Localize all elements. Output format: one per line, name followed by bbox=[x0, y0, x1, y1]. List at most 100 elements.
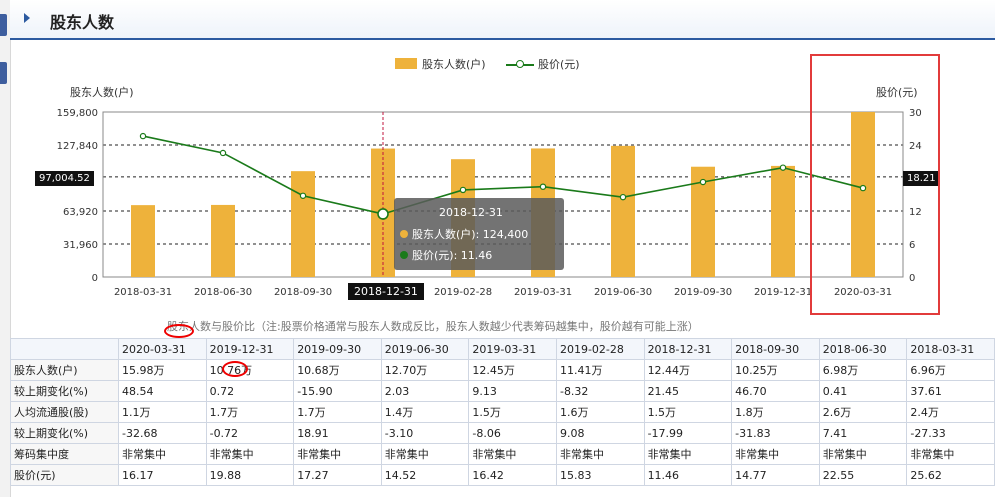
bar-holders bbox=[211, 204, 235, 277]
table-cell: 6.98万 bbox=[818, 359, 908, 381]
table-row-label: 股东人数(户) bbox=[10, 359, 119, 381]
table-cell: 12.70万 bbox=[380, 359, 470, 381]
price-point bbox=[459, 186, 467, 194]
table-header-row: 2020-03-31 2019-12-31 2019-09-30 2019-06-30… bbox=[10, 338, 995, 360]
table-header-cell: 2019-03-31 bbox=[468, 338, 557, 360]
highlight-box bbox=[810, 54, 940, 315]
table-row-label: 较上期变化(%) bbox=[10, 422, 119, 444]
table-cell: 11.41万 bbox=[555, 359, 645, 381]
table-cell: 21.45 bbox=[643, 380, 733, 402]
table-cell: -8.06 bbox=[468, 422, 557, 444]
table-cell: 0.72 bbox=[205, 380, 295, 402]
table-row: 人均流通股(股) 1.1万 1.7万 1.7万 1.4万 1.5万 1.6万 1.5万 1.8万… bbox=[10, 401, 995, 423]
crosshair-left-value: 97,004.52 bbox=[35, 171, 94, 186]
x-tick-label: 2019-02-28 bbox=[434, 287, 492, 298]
price-point bbox=[299, 192, 307, 199]
table-cell: 11.46 bbox=[643, 464, 733, 486]
table-cell: 非常集中 bbox=[906, 443, 995, 465]
table-cell: 1.7万 bbox=[205, 401, 295, 423]
left-tick-label: 31,960 bbox=[63, 240, 98, 251]
table-cell: 9.13 bbox=[468, 380, 557, 402]
tooltip-bar-dot-icon bbox=[400, 230, 408, 238]
table-cell: 1.1万 bbox=[118, 401, 207, 423]
table-cell: 1.5万 bbox=[643, 401, 733, 423]
table-row-label: 人均流通股(股) bbox=[10, 401, 119, 423]
table-cell: 6.96万 bbox=[906, 359, 995, 381]
table-cell: -32.68 bbox=[118, 422, 207, 444]
tooltip-price-row: 股价(元): 11.46 bbox=[400, 247, 492, 263]
table-row-label: 股价(元) bbox=[10, 464, 119, 486]
table-cell: 非常集中 bbox=[818, 443, 908, 465]
table-cell: 7.41 bbox=[818, 422, 908, 444]
table-cell: 15.98万 bbox=[118, 359, 207, 381]
table-cell: 1.7万 bbox=[293, 401, 382, 423]
price-point bbox=[219, 149, 227, 157]
table-cell: 12.44万 bbox=[643, 359, 733, 381]
table-row: 较上期变化(%) 48.54 0.72 -15.90 2.03 9.13 -8.32 21.4… bbox=[10, 380, 995, 402]
bar-holders bbox=[291, 171, 315, 277]
left-tick-label: 63,920 bbox=[63, 207, 98, 218]
tooltip-holders-text: 股东人数(户): 124,400 bbox=[412, 228, 529, 241]
table-cell: 2.03 bbox=[380, 380, 470, 402]
table-cell: 非常集中 bbox=[643, 443, 733, 465]
table-cell: 46.70 bbox=[731, 380, 820, 402]
table-cell: -3.10 bbox=[380, 422, 470, 444]
price-point bbox=[699, 178, 707, 186]
table-row-label: 筹码集中度 bbox=[10, 443, 119, 465]
x-tick-label: 2018-09-30 bbox=[274, 287, 332, 298]
price-point bbox=[377, 208, 389, 220]
x-tick-label: 2019-09-30 bbox=[674, 287, 732, 298]
x-tick-label: 2019-03-31 bbox=[514, 287, 572, 298]
table-row: 股东人数(户) 15.98万 10.76万 10.68万 12.70万 12.45万 11.… bbox=[10, 359, 995, 381]
table-header-cell: 2018-06-30 bbox=[818, 338, 908, 360]
crosshair-x-label: 2018-12-31 bbox=[348, 283, 424, 300]
price-point bbox=[539, 183, 547, 190]
table-cell: 1.4万 bbox=[380, 401, 470, 423]
table-cell: -8.32 bbox=[555, 380, 645, 402]
table-cell: 10.76万 bbox=[205, 359, 295, 381]
annotation-ellipse bbox=[222, 361, 248, 377]
table-cell: 12.45万 bbox=[468, 359, 557, 381]
table-cell: 1.6万 bbox=[555, 401, 645, 423]
table-cell: 非常集中 bbox=[468, 443, 557, 465]
table-header-cell: 2018-12-31 bbox=[643, 338, 733, 360]
price-point bbox=[619, 193, 627, 201]
table-cell: 1.5万 bbox=[468, 401, 557, 423]
x-tick-label: 2019-12-31 bbox=[754, 287, 812, 298]
table-row: 股价(元) 16.17 19.88 17.27 14.52 16.42 15.83 11.46… bbox=[10, 464, 995, 486]
left-tick-label: 127,840 bbox=[57, 141, 98, 152]
tooltip-price-text: 股价(元): 11.46 bbox=[412, 249, 493, 262]
table-row: 较上期变化(%) -32.68 -0.72 18.91 -3.10 -8.06 9.08 -1… bbox=[10, 422, 995, 444]
table-cell: 非常集中 bbox=[118, 443, 207, 465]
table-cell: 1.8万 bbox=[731, 401, 820, 423]
table-row: 筹码集中度 非常集中 非常集中 非常集中 非常集中 非常集中 非常集中 非常集中 非常集中 非常集… bbox=[10, 443, 995, 465]
table-header-cell: 2020-03-31 bbox=[118, 338, 207, 360]
table-cell: 10.25万 bbox=[731, 359, 820, 381]
table-cell: 18.91 bbox=[293, 422, 382, 444]
table-cell: 非常集中 bbox=[293, 443, 382, 465]
chart-tooltip: 2018-12-31 股东人数(户): 124,400 股价(元): 11.46 bbox=[394, 198, 564, 270]
table-cell: 14.52 bbox=[380, 464, 470, 486]
annotation-ellipse bbox=[164, 324, 194, 338]
x-tick-label: 2019-06-30 bbox=[594, 287, 652, 298]
table-cell: -17.99 bbox=[643, 422, 733, 444]
table-cell: 15.83 bbox=[555, 464, 645, 486]
table-cell: 48.54 bbox=[118, 380, 207, 402]
table-cell: 9.08 bbox=[555, 422, 645, 444]
table-cell: 2.4万 bbox=[906, 401, 995, 423]
price-point bbox=[779, 164, 787, 171]
price-point bbox=[139, 132, 147, 140]
left-tick-label: 0 bbox=[92, 273, 98, 284]
tooltip-date: 2018-12-31 bbox=[439, 206, 503, 219]
x-tick-label: 2018-03-31 bbox=[114, 287, 172, 298]
table-header-cell: 2019-02-28 bbox=[555, 338, 645, 360]
left-tick-label: 159,800 bbox=[57, 108, 98, 119]
table-header-cell bbox=[10, 338, 119, 360]
holders-table: 2020-03-31 2019-12-31 2019-09-30 2019-06-30… bbox=[10, 338, 995, 486]
bar-holders bbox=[611, 145, 635, 277]
table-cell: 16.42 bbox=[468, 464, 557, 486]
tooltip-line-dot-icon bbox=[400, 251, 408, 259]
table-cell: 17.27 bbox=[293, 464, 382, 486]
table-header-cell: 2018-09-30 bbox=[731, 338, 820, 360]
x-tick-label: 2018-06-30 bbox=[194, 287, 252, 298]
